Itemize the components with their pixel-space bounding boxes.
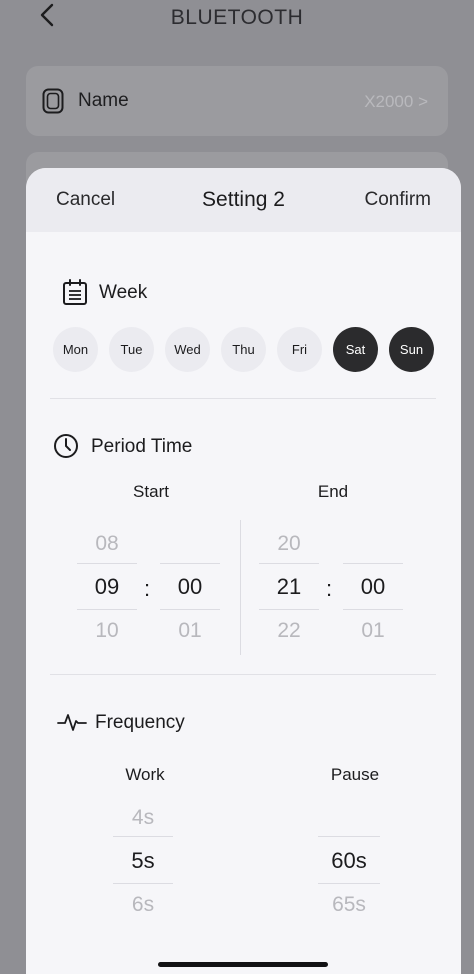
work-label: Work	[125, 765, 165, 784]
start-hour-prev[interactable]: 08	[77, 532, 137, 556]
day-sat[interactable]: Sat	[333, 327, 378, 372]
frequency-label: Frequency	[95, 712, 185, 733]
pulse-icon	[57, 714, 87, 731]
start-minute-selected[interactable]: 00	[160, 574, 220, 600]
work-next[interactable]: 6s	[113, 893, 173, 917]
wheel-line	[318, 836, 380, 837]
day-tue[interactable]: Tue	[109, 327, 154, 372]
end-hour-selected[interactable]: 21	[259, 574, 319, 600]
start-hour-next[interactable]: 10	[77, 619, 137, 643]
start-hour-selected[interactable]: 09	[77, 574, 137, 600]
start-end-divider	[240, 520, 241, 655]
wheel-line	[113, 836, 173, 837]
pause-label: Pause	[330, 765, 380, 784]
day-sun[interactable]: Sun	[389, 327, 434, 372]
day-thu[interactable]: Thu	[221, 327, 266, 372]
setting-sheet: Cancel Setting 2 Confirm Week Mon Tue We…	[26, 168, 461, 974]
wheel-line	[77, 563, 137, 564]
work-selected[interactable]: 5s	[113, 848, 173, 874]
wheel-line	[259, 563, 319, 564]
start-label: Start	[133, 482, 169, 501]
wheel-line	[160, 563, 220, 564]
section-divider	[50, 398, 436, 399]
work-prev[interactable]: 4s	[113, 806, 173, 830]
page-title: BLUETOOTH	[170, 6, 304, 29]
section-divider	[50, 674, 436, 675]
end-minute-next[interactable]: 01	[343, 619, 403, 643]
wheel-line	[259, 609, 319, 610]
end-hour-next[interactable]: 22	[259, 619, 319, 643]
wheel-line	[77, 609, 137, 610]
clock-icon	[54, 434, 78, 458]
wheel-line	[160, 609, 220, 610]
period-time-label: Period Time	[91, 436, 193, 457]
confirm-button[interactable]: Confirm	[364, 189, 431, 211]
name-value: X2000 >	[364, 92, 428, 111]
day-fri[interactable]: Fri	[277, 327, 322, 372]
wheel-line	[343, 563, 403, 564]
day-mon[interactable]: Mon	[53, 327, 98, 372]
pause-selected[interactable]: 60s	[318, 848, 380, 874]
wheel-line	[318, 883, 380, 884]
time-separator: :	[144, 576, 151, 601]
home-indicator	[158, 962, 328, 967]
end-minute-selected[interactable]: 00	[343, 574, 403, 600]
end-label: End	[317, 482, 349, 501]
wheel-line	[343, 609, 403, 610]
time-separator: :	[326, 576, 333, 601]
day-wed[interactable]: Wed	[165, 327, 210, 372]
end-hour-prev[interactable]: 20	[259, 532, 319, 556]
weekday-selector: Mon Tue Wed Thu Fri Sat Sun	[53, 327, 435, 372]
watch-icon	[42, 88, 64, 114]
sheet-header: Cancel Setting 2 Confirm	[26, 168, 461, 232]
background-header: BLUETOOTH	[0, 0, 474, 40]
pause-next[interactable]: 65s	[318, 893, 380, 917]
start-minute-next[interactable]: 01	[160, 619, 220, 643]
device-name-row[interactable]: Name X2000 >	[26, 66, 448, 136]
wheel-line	[113, 883, 173, 884]
calendar-icon	[63, 279, 87, 305]
name-label: Name	[78, 90, 129, 111]
week-label: Week	[99, 282, 148, 303]
